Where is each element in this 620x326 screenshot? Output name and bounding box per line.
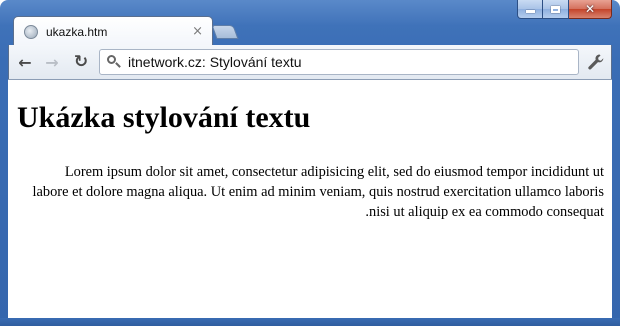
address-bar-text[interactable]: itnetwork.cz: Stylování textu [128, 54, 302, 70]
tab-active[interactable]: ukazka.htm × [13, 16, 213, 46]
close-window-button[interactable]: ✕ [569, 0, 612, 19]
address-bar[interactable]: itnetwork.cz: Stylování textu [99, 49, 579, 75]
tab-close-icon[interactable]: × [192, 24, 203, 39]
reload-icon: ↻ [73, 52, 89, 72]
forward-arrow-icon: → [45, 52, 59, 72]
back-arrow-icon: ← [18, 52, 32, 72]
maximize-icon [551, 5, 560, 13]
back-button[interactable]: ← [15, 52, 35, 72]
minimize-icon [525, 10, 535, 13]
tab-title: ukazka.htm [46, 24, 108, 39]
window-caption-buttons: ✕ [517, 0, 612, 20]
globe-icon [24, 24, 38, 39]
wrench-icon[interactable] [587, 53, 605, 71]
page-heading: Ukázka stylování textu [17, 101, 311, 134]
search-icon [107, 55, 121, 69]
page-content: Ukázka stylování textu Lorem ipsum dolor… [8, 79, 612, 318]
browser-toolbar: ← → ↻ itnetwork.cz: Stylování textu [8, 45, 612, 79]
reload-button[interactable]: ↻ [71, 52, 91, 72]
forward-button[interactable]: → [42, 52, 62, 72]
window-bottom-frame [0, 318, 620, 326]
maximize-button[interactable] [543, 0, 569, 19]
page-paragraph: Lorem ipsum dolor sit amet, consectetur … [17, 162, 604, 222]
paragraph-line: Lorem ipsum dolor sit amet, consectetur … [64, 164, 604, 180]
paragraph-line: .nisi ut aliquip ex ea commodo consequat [365, 204, 604, 220]
browser-window: ✕ ukazka.htm × ← → ↻ itnetwork.cz: Stylo… [0, 0, 620, 326]
close-icon: ✕ [584, 2, 596, 16]
minimize-button[interactable] [517, 0, 543, 19]
new-tab-button[interactable] [211, 25, 239, 39]
paragraph-line: labore et dolore magna aliqua. Ut enim a… [32, 184, 604, 200]
